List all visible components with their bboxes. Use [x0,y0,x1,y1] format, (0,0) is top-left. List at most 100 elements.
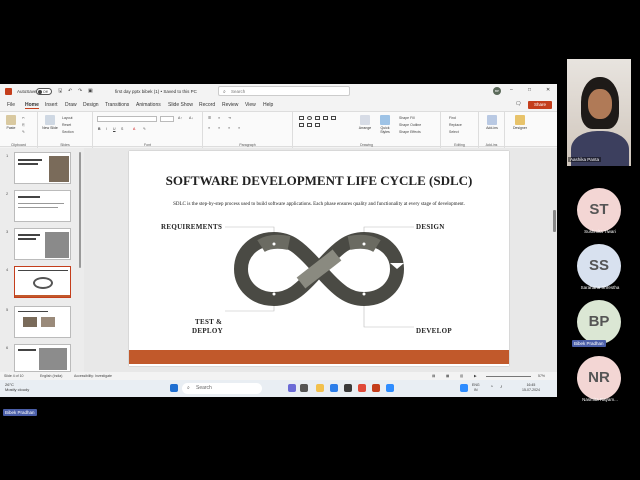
chrome-icon[interactable] [358,384,366,392]
zoom-slider[interactable] [486,375,531,377]
wifi-icon[interactable]: ◔ [490,385,493,390]
bullets-icon[interactable]: ☰ [208,116,211,120]
present-icon[interactable]: ▣ [88,88,93,94]
task-view-icon[interactable] [300,384,308,392]
cut-icon[interactable]: ✂ [22,116,25,120]
minimize-icon[interactable]: – [510,87,513,93]
participant-avatar-ss[interactable]: SS [577,244,621,288]
tray-app-icon[interactable] [460,384,468,392]
arrange-button[interactable]: Arrange [356,115,374,130]
file-explorer-icon[interactable] [316,384,324,392]
tab-animations[interactable]: Animations [136,102,161,108]
slide-thumbnail-1[interactable]: 1 [6,152,71,184]
share-button[interactable]: Share [528,101,552,109]
sorter-view-icon[interactable]: ▦ [446,374,449,378]
select-button[interactable]: Select [449,130,459,134]
label-test-line2[interactable]: DEPLOY [192,327,223,335]
taskbar-search[interactable]: ⌕ Search [182,383,262,394]
align-center-icon[interactable]: ≡ [218,126,220,130]
label-design[interactable]: DESIGN [416,223,445,231]
paste-button[interactable]: Paste [4,115,18,130]
shape-textbox-icon[interactable] [299,123,304,127]
shape-arrow-icon[interactable] [323,116,328,120]
tab-review[interactable]: Review [222,102,238,108]
accessibility-status[interactable]: Accessibility: Investigate [74,374,112,378]
slide-thumbnail-3[interactable]: 3 [6,228,71,260]
label-develop[interactable]: DEVELOP [416,327,452,335]
infinity-diagram[interactable] [129,151,509,366]
shape-callout-icon[interactable] [315,123,320,127]
quick-styles-button[interactable]: Quick Styles [376,115,394,134]
shape-line-icon[interactable] [315,116,320,120]
save-icon[interactable]: 🖫 [58,88,62,96]
participant-avatar-nr[interactable]: NR [577,356,621,400]
participant-video[interactable]: Aashika Panta [567,59,631,166]
weather-widget[interactable]: 26°C Mostly cloudy [5,382,29,392]
participant-avatar-bp[interactable]: BP [577,300,621,344]
find-button[interactable]: Find [449,116,456,120]
zoom-taskbar-icon[interactable] [386,384,394,392]
section-button[interactable]: Section [62,130,74,134]
volume-icon[interactable]: ♪ [500,385,503,390]
tab-draw[interactable]: Draw [65,102,77,108]
slide-thumbnail-6[interactable]: 6 [6,344,71,372]
tab-transitions[interactable]: Transitions [105,102,129,108]
tab-slide-show[interactable]: Slide Show [168,102,193,108]
comments-icon[interactable]: 🗨 [515,101,521,107]
underline-icon[interactable]: U [113,127,116,131]
highlight-icon[interactable]: ✎ [143,127,146,131]
shape-triangle-icon[interactable] [331,116,336,120]
account-avatar[interactable]: BP [493,87,501,95]
tab-record[interactable]: Record [199,102,215,108]
shrink-font-icon[interactable]: A↓ [189,116,193,120]
tab-insert[interactable]: Insert [45,102,58,108]
slide-thumbnail-5[interactable]: 5 [6,306,71,338]
copy-icon[interactable]: ⎘ [22,123,25,127]
store-icon[interactable] [344,384,352,392]
shape-star-icon[interactable] [307,123,312,127]
layout-button[interactable]: Layout [62,116,73,120]
shape-oval-icon[interactable] [307,116,312,120]
shape-rectangle-icon[interactable] [299,116,304,120]
slide-thumbnail-2[interactable]: 2 [6,190,71,222]
clock[interactable]: 16:45 15-07-2024 [522,383,540,392]
tab-file[interactable]: File [7,102,15,108]
italic-icon[interactable]: I [106,127,107,131]
shape-outline-button[interactable]: Shape Outline [399,123,421,127]
normal-view-icon[interactable]: ▤ [432,374,435,378]
reading-view-icon[interactable]: ▥ [460,374,463,378]
redo-icon[interactable]: ↷ [78,88,82,94]
font-size-field[interactable] [160,116,174,122]
new-slide-button[interactable]: New Slide [41,115,59,130]
bold-icon[interactable]: B [98,127,101,131]
numbering-icon[interactable]: ≡ [218,116,220,120]
participant-avatar-st[interactable]: ST [577,188,621,232]
language-indicator-tray[interactable]: ENG IN [472,383,480,392]
search-box[interactable]: ⌕ Search [218,86,350,96]
current-slide[interactable]: SOFTWARE DEVELOPMENT LIFE CYCLE (SDLC) S… [129,151,509,366]
start-icon[interactable] [170,384,178,392]
strikethrough-icon[interactable]: S [121,127,123,131]
font-color-icon[interactable]: A [133,127,135,131]
addins-button[interactable]: Add-ins [482,115,502,130]
label-test-line1[interactable]: TEST & [195,318,222,326]
grow-font-icon[interactable]: A↑ [178,116,182,120]
justify-icon[interactable]: ≡ [238,126,240,130]
align-left-icon[interactable]: ≡ [208,126,210,130]
tab-home[interactable]: Home [25,102,39,109]
slide-thumbnail-4[interactable]: 4 [6,266,71,298]
autosave-toggle[interactable]: Off [36,88,52,95]
designer-button[interactable]: Designer [508,115,532,130]
maximize-icon[interactable]: □ [528,87,531,93]
reset-button[interactable]: Reset [62,123,71,127]
tab-help[interactable]: Help [263,102,273,108]
language-indicator[interactable]: English (India) [40,374,62,378]
edge-icon[interactable] [330,384,338,392]
label-requirements[interactable]: REQUIREMENTS [161,223,222,231]
undo-icon[interactable]: ↶ [68,88,72,94]
shape-effects-button[interactable]: Shape Effects [399,130,421,134]
font-family-field[interactable] [97,116,157,122]
replace-button[interactable]: Replace [449,123,462,127]
tab-design[interactable]: Design [83,102,99,108]
format-painter-icon[interactable]: ✎ [22,130,25,134]
